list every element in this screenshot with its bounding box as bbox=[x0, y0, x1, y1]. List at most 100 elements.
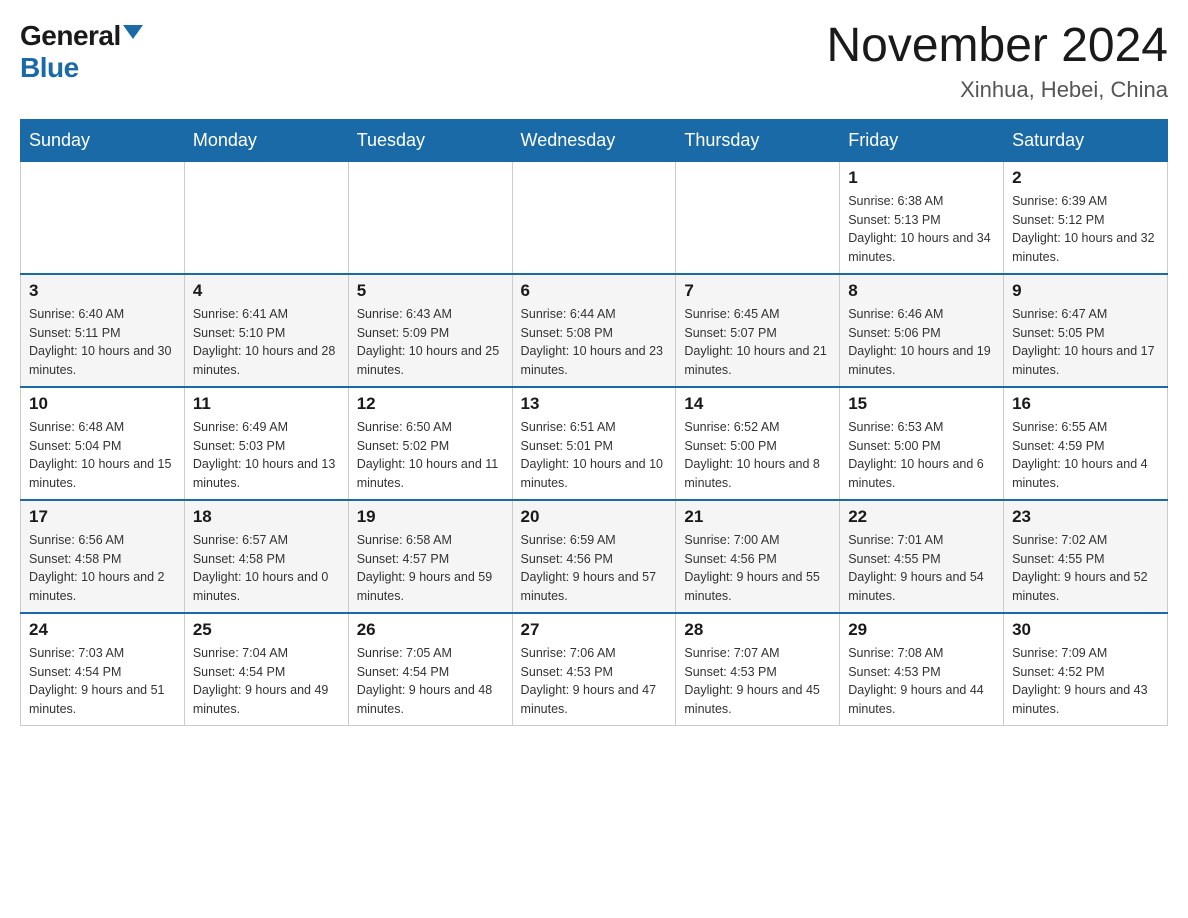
day-number: 9 bbox=[1012, 281, 1159, 301]
day-number: 28 bbox=[684, 620, 831, 640]
day-number: 13 bbox=[521, 394, 668, 414]
calendar-cell bbox=[21, 161, 185, 274]
day-info: Sunrise: 6:51 AM Sunset: 5:01 PM Dayligh… bbox=[521, 418, 668, 493]
day-number: 8 bbox=[848, 281, 995, 301]
calendar-cell: 7Sunrise: 6:45 AM Sunset: 5:07 PM Daylig… bbox=[676, 274, 840, 387]
day-info: Sunrise: 7:02 AM Sunset: 4:55 PM Dayligh… bbox=[1012, 531, 1159, 606]
calendar-cell: 24 Sunrise: 7:03 AM Sunset: 4:54 PM Dayli… bbox=[21, 613, 185, 726]
calendar-cell: 29 Sunrise: 7:08 AM Sunset: 4:53 PM Dayli… bbox=[840, 613, 1004, 726]
day-info: Sunrise: 6:52 AM Sunset: 5:00 PM Dayligh… bbox=[684, 418, 831, 493]
day-info: Sunrise: 6:55 AM Sunset: 4:59 PM Dayligh… bbox=[1012, 418, 1159, 493]
logo-general-text: General bbox=[20, 20, 121, 52]
day-number: 25 bbox=[193, 620, 340, 640]
day-number: 15 bbox=[848, 394, 995, 414]
day-number: 21 bbox=[684, 507, 831, 527]
day-info: Sunrise: 6:57 AM Sunset: 4:58 PM Dayligh… bbox=[193, 531, 340, 606]
day-number: 29 bbox=[848, 620, 995, 640]
calendar-week-row: 10 Sunrise: 6:48 AM Sunset: 5:04 PM Dayli… bbox=[21, 387, 1168, 500]
calendar-cell: 1 Sunrise: 6:38 AM Sunset: 5:13 PM Daylig… bbox=[840, 161, 1004, 274]
day-info: Sunrise: 7:07 AM Sunset: 4:53 PM Dayligh… bbox=[684, 644, 831, 719]
calendar-cell: 25 Sunrise: 7:04 AM Sunset: 4:54 PM Dayli… bbox=[184, 613, 348, 726]
day-number: 18 bbox=[193, 507, 340, 527]
day-number: 3 bbox=[29, 281, 176, 301]
weekday-header-friday: Friday bbox=[840, 119, 1004, 161]
calendar-cell: 28 Sunrise: 7:07 AM Sunset: 4:53 PM Dayli… bbox=[676, 613, 840, 726]
day-info: Sunrise: 6:59 AM Sunset: 4:56 PM Dayligh… bbox=[521, 531, 668, 606]
day-info: Sunrise: 6:47 AM Sunset: 5:05 PM Dayligh… bbox=[1012, 305, 1159, 380]
calendar-cell: 12 Sunrise: 6:50 AM Sunset: 5:02 PM Dayli… bbox=[348, 387, 512, 500]
calendar-cell: 2 Sunrise: 6:39 AM Sunset: 5:12 PM Daylig… bbox=[1004, 161, 1168, 274]
calendar-week-row: 17 Sunrise: 6:56 AM Sunset: 4:58 PM Dayli… bbox=[21, 500, 1168, 613]
logo-blue-text: Blue bbox=[20, 52, 79, 83]
weekday-header-tuesday: Tuesday bbox=[348, 119, 512, 161]
day-number: 30 bbox=[1012, 620, 1159, 640]
calendar-week-row: 3 Sunrise: 6:40 AM Sunset: 5:11 PM Daylig… bbox=[21, 274, 1168, 387]
day-info: Sunrise: 6:45 AM Sunset: 5:07 PM Dayligh… bbox=[684, 305, 831, 380]
weekday-header-saturday: Saturday bbox=[1004, 119, 1168, 161]
calendar-cell: 6Sunrise: 6:44 AM Sunset: 5:08 PM Daylig… bbox=[512, 274, 676, 387]
day-info: Sunrise: 6:48 AM Sunset: 5:04 PM Dayligh… bbox=[29, 418, 176, 493]
day-info: Sunrise: 7:09 AM Sunset: 4:52 PM Dayligh… bbox=[1012, 644, 1159, 719]
calendar-cell: 22Sunrise: 7:01 AM Sunset: 4:55 PM Dayli… bbox=[840, 500, 1004, 613]
day-number: 26 bbox=[357, 620, 504, 640]
calendar-cell: 18 Sunrise: 6:57 AM Sunset: 4:58 PM Dayli… bbox=[184, 500, 348, 613]
day-number: 24 bbox=[29, 620, 176, 640]
calendar-cell: 11 Sunrise: 6:49 AM Sunset: 5:03 PM Dayli… bbox=[184, 387, 348, 500]
day-number: 6 bbox=[521, 281, 668, 301]
day-info: Sunrise: 6:38 AM Sunset: 5:13 PM Dayligh… bbox=[848, 192, 995, 267]
day-info: Sunrise: 7:08 AM Sunset: 4:53 PM Dayligh… bbox=[848, 644, 995, 719]
title-area: November 2024 Xinhua, Hebei, China bbox=[826, 20, 1168, 103]
calendar-cell: 30 Sunrise: 7:09 AM Sunset: 4:52 PM Dayli… bbox=[1004, 613, 1168, 726]
day-number: 12 bbox=[357, 394, 504, 414]
calendar-cell: 8Sunrise: 6:46 AM Sunset: 5:06 PM Daylig… bbox=[840, 274, 1004, 387]
calendar-cell: 17 Sunrise: 6:56 AM Sunset: 4:58 PM Dayli… bbox=[21, 500, 185, 613]
day-info: Sunrise: 6:53 AM Sunset: 5:00 PM Dayligh… bbox=[848, 418, 995, 493]
calendar-week-row: 1 Sunrise: 6:38 AM Sunset: 5:13 PM Daylig… bbox=[21, 161, 1168, 274]
day-number: 10 bbox=[29, 394, 176, 414]
day-info: Sunrise: 6:50 AM Sunset: 5:02 PM Dayligh… bbox=[357, 418, 504, 493]
day-number: 19 bbox=[357, 507, 504, 527]
calendar-cell: 16 Sunrise: 6:55 AM Sunset: 4:59 PM Dayli… bbox=[1004, 387, 1168, 500]
calendar-cell: 5Sunrise: 6:43 AM Sunset: 5:09 PM Daylig… bbox=[348, 274, 512, 387]
day-info: Sunrise: 6:40 AM Sunset: 5:11 PM Dayligh… bbox=[29, 305, 176, 380]
calendar-cell: 27Sunrise: 7:06 AM Sunset: 4:53 PM Dayli… bbox=[512, 613, 676, 726]
weekday-header-wednesday: Wednesday bbox=[512, 119, 676, 161]
day-number: 23 bbox=[1012, 507, 1159, 527]
day-number: 1 bbox=[848, 168, 995, 188]
day-number: 4 bbox=[193, 281, 340, 301]
day-number: 16 bbox=[1012, 394, 1159, 414]
day-number: 17 bbox=[29, 507, 176, 527]
day-info: Sunrise: 6:56 AM Sunset: 4:58 PM Dayligh… bbox=[29, 531, 176, 606]
day-info: Sunrise: 7:04 AM Sunset: 4:54 PM Dayligh… bbox=[193, 644, 340, 719]
calendar-cell: 20 Sunrise: 6:59 AM Sunset: 4:56 PM Dayli… bbox=[512, 500, 676, 613]
calendar-cell: 9 Sunrise: 6:47 AM Sunset: 5:05 PM Daylig… bbox=[1004, 274, 1168, 387]
day-info: Sunrise: 7:03 AM Sunset: 4:54 PM Dayligh… bbox=[29, 644, 176, 719]
calendar-week-row: 24 Sunrise: 7:03 AM Sunset: 4:54 PM Dayli… bbox=[21, 613, 1168, 726]
calendar-cell bbox=[676, 161, 840, 274]
calendar-subtitle: Xinhua, Hebei, China bbox=[826, 77, 1168, 103]
weekday-header-thursday: Thursday bbox=[676, 119, 840, 161]
weekday-header-sunday: Sunday bbox=[21, 119, 185, 161]
day-number: 20 bbox=[521, 507, 668, 527]
day-info: Sunrise: 6:58 AM Sunset: 4:57 PM Dayligh… bbox=[357, 531, 504, 606]
calendar-cell: 23 Sunrise: 7:02 AM Sunset: 4:55 PM Dayli… bbox=[1004, 500, 1168, 613]
logo-triangle-icon bbox=[123, 25, 143, 39]
calendar-title: November 2024 bbox=[826, 20, 1168, 73]
calendar-cell: 21 Sunrise: 7:00 AM Sunset: 4:56 PM Dayli… bbox=[676, 500, 840, 613]
day-info: Sunrise: 7:00 AM Sunset: 4:56 PM Dayligh… bbox=[684, 531, 831, 606]
calendar-cell: 13 Sunrise: 6:51 AM Sunset: 5:01 PM Dayli… bbox=[512, 387, 676, 500]
logo: General Blue bbox=[20, 20, 143, 84]
calendar-table: SundayMondayTuesdayWednesdayThursdayFrid… bbox=[20, 119, 1168, 726]
day-number: 2 bbox=[1012, 168, 1159, 188]
day-info: Sunrise: 6:49 AM Sunset: 5:03 PM Dayligh… bbox=[193, 418, 340, 493]
calendar-cell bbox=[184, 161, 348, 274]
day-info: Sunrise: 6:41 AM Sunset: 5:10 PM Dayligh… bbox=[193, 305, 340, 380]
day-number: 5 bbox=[357, 281, 504, 301]
calendar-cell: 3 Sunrise: 6:40 AM Sunset: 5:11 PM Daylig… bbox=[21, 274, 185, 387]
day-number: 11 bbox=[193, 394, 340, 414]
calendar-cell: 10 Sunrise: 6:48 AM Sunset: 5:04 PM Dayli… bbox=[21, 387, 185, 500]
day-number: 22 bbox=[848, 507, 995, 527]
calendar-cell: 15 Sunrise: 6:53 AM Sunset: 5:00 PM Dayli… bbox=[840, 387, 1004, 500]
day-info: Sunrise: 6:39 AM Sunset: 5:12 PM Dayligh… bbox=[1012, 192, 1159, 267]
weekday-header-row: SundayMondayTuesdayWednesdayThursdayFrid… bbox=[21, 119, 1168, 161]
